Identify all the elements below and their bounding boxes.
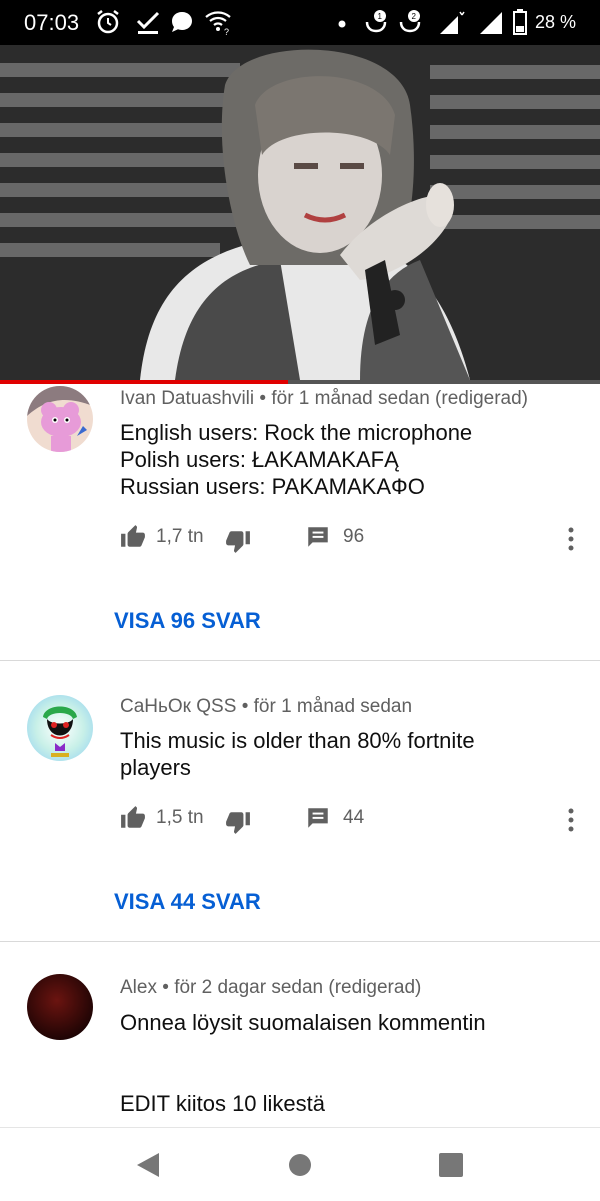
reply-button[interactable]: 96 [305, 524, 364, 550]
like-count: 1,7 tn [156, 526, 204, 547]
svg-text:?: ? [224, 27, 229, 36]
avatar[interactable] [27, 974, 93, 1040]
avatar[interactable] [27, 695, 93, 761]
clock: 07:03 [24, 10, 80, 35]
mobile-data-2-icon: 2 [399, 10, 421, 33]
video-player[interactable] [0, 45, 600, 380]
reply-button[interactable]: 44 [305, 805, 364, 831]
comment-header: Ivan Datuashvili • för 1 månad sedan (re… [120, 388, 528, 410]
alarm-icon [97, 10, 119, 34]
signal-1-icon [440, 11, 465, 34]
thumbs-up-icon [121, 806, 145, 828]
chat-bubble-icon [172, 12, 192, 32]
video-frame [0, 45, 600, 380]
separator-dot: • [162, 977, 175, 998]
comment-line: EDIT kiitos 10 likestä [120, 1091, 326, 1116]
comment-author[interactable]: Ivan Datuashvili [120, 388, 254, 409]
comment-text: Onnea löysit suomalaisen kommentin [120, 1009, 560, 1036]
comment-icon [308, 527, 328, 547]
wifi-question-icon: ? [205, 11, 231, 36]
comment-text: English users: Rock the microphone Polis… [120, 419, 560, 500]
comment-author[interactable]: Alex [120, 977, 157, 998]
dot-icon [338, 20, 346, 28]
separator-dot: • [241, 696, 254, 717]
more-options-icon[interactable] [566, 807, 576, 833]
like-button[interactable]: 1,7 tn [120, 524, 204, 550]
comment-line: Polish users: ŁAKAMAKAFĄ [120, 447, 399, 472]
svg-text:1: 1 [378, 12, 383, 21]
avatar-image [27, 695, 93, 761]
comment-text: This music is older than 80% fortnite pl… [120, 727, 560, 781]
back-icon[interactable] [133, 1150, 163, 1180]
comment-item: Ivan Datuashvili • för 1 månad sedan (re… [0, 384, 600, 660]
comment-time: för 2 dagar sedan (redigerad) [174, 977, 422, 998]
comment-time: för 1 månad sedan [253, 696, 413, 717]
status-bar: 07:03 ? 1 2 28 % [0, 0, 600, 45]
battery-percent: 28 % [534, 12, 576, 32]
home-icon[interactable] [285, 1150, 315, 1180]
more-options-icon[interactable] [566, 526, 576, 552]
view-replies-button[interactable]: VISA 96 SVAR [114, 608, 261, 634]
navigation-bar [0, 1127, 600, 1201]
thumbs-down-icon [226, 531, 250, 553]
comment-actions: 1,5 tn 44 [120, 805, 590, 835]
avatar-image [27, 386, 93, 452]
comment-header: Alex • för 2 dagar sedan (redigerad) [120, 977, 421, 999]
reply-count: 44 [343, 807, 365, 828]
comment-line: players [120, 755, 191, 780]
comment-item: CaНьОк QSS • för 1 månad sedan This musi… [0, 661, 600, 941]
comment-line: This music is older than 80% fortnite [120, 728, 475, 753]
comment-actions: 1,7 tn 96 [120, 524, 590, 554]
signal-2-icon [480, 12, 502, 34]
dislike-button[interactable] [225, 809, 251, 835]
comment-item: Alex • för 2 dagar sedan (redigerad) Onn… [0, 942, 600, 1127]
dislike-button[interactable] [225, 528, 251, 554]
mobile-data-1-icon: 1 [365, 10, 387, 33]
comment-icon [308, 808, 328, 828]
svg-text:2: 2 [412, 12, 417, 21]
comment-time: för 1 månad sedan (redigerad) [271, 388, 528, 409]
comment-line: Onnea löysit suomalaisen kommentin [120, 1010, 486, 1035]
view-replies-button[interactable]: VISA 44 SVAR [114, 889, 261, 915]
avatar[interactable] [27, 386, 93, 452]
like-button[interactable]: 1,5 tn [120, 805, 204, 831]
avatar-image [27, 974, 93, 1040]
task-check-icon [136, 11, 160, 34]
thumbs-down-icon [226, 812, 250, 834]
comment-header: CaНьОк QSS • för 1 månad sedan [120, 696, 412, 718]
recents-icon[interactable] [436, 1150, 466, 1180]
comment-author[interactable]: CaНьОк QSS [120, 696, 236, 717]
reply-count: 96 [343, 526, 365, 547]
comment-line: Russian users: PAKAMAKAФО [120, 474, 425, 499]
thumbs-up-icon [121, 525, 145, 547]
comment-line: English users: Rock the microphone [120, 420, 473, 445]
comment-text-edit: EDIT kiitos 10 likestä [120, 1090, 560, 1117]
like-count: 1,5 tn [156, 807, 204, 828]
separator-dot: • [259, 388, 272, 409]
battery-icon [513, 9, 527, 35]
